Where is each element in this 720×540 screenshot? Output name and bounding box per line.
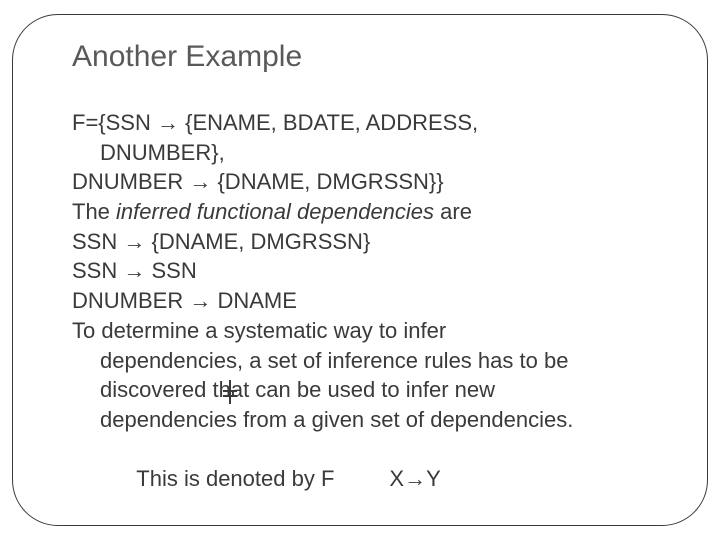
text: This is denoted by F X	[136, 466, 404, 491]
line-7: DNUMBER → DNAME	[72, 286, 674, 316]
arrow-icon: →	[189, 288, 211, 313]
slide-body: F={SSN → {ENAME, BDATE, ADDRESS, DNUMBER…	[72, 108, 674, 524]
line-2: DNUMBER},	[72, 138, 674, 168]
slide-title: Another Example	[72, 40, 684, 74]
text: DNAME	[211, 288, 297, 313]
line-8: To determine a systematic way to infer	[72, 316, 674, 346]
text: DNUMBER	[72, 288, 189, 313]
text: The	[72, 199, 116, 224]
text: SSN	[72, 258, 123, 283]
text: are	[434, 199, 472, 224]
arrow-icon: →	[404, 466, 426, 491]
text: SSN	[72, 229, 123, 254]
text-italic: inferred functional dependencies	[116, 199, 434, 224]
text: F={SSN	[72, 110, 157, 135]
text: discovered that can be used to infer new	[100, 377, 495, 402]
text: dependencies from a given set of depende…	[100, 407, 573, 432]
text: {DNAME, DMGRSSN}	[145, 229, 370, 254]
line-5: SSN → {DNAME, DMGRSSN}	[72, 227, 674, 257]
text: DNUMBER	[72, 169, 189, 194]
arrow-icon: →	[157, 110, 179, 135]
entails-icon	[223, 382, 237, 402]
line-12: This is denoted by F X→Y	[72, 435, 674, 524]
text: SSN	[145, 258, 196, 283]
text: dependencies, a set of inference rules h…	[100, 348, 568, 373]
arrow-icon: →	[123, 258, 145, 283]
line-4: The inferred functional dependencies are	[72, 197, 674, 227]
line-11: dependencies from a given set of depende…	[72, 405, 674, 435]
line-10: discovered that can be used to infer new	[72, 375, 674, 405]
text: DNUMBER},	[100, 140, 225, 165]
line-9: dependencies, a set of inference rules h…	[72, 346, 674, 376]
arrow-icon: →	[189, 169, 211, 194]
line-1: F={SSN → {ENAME, BDATE, ADDRESS,	[72, 108, 674, 138]
line-6: SSN → SSN	[72, 256, 674, 286]
slide: Another Example F={SSN → {ENAME, BDATE, …	[0, 0, 720, 540]
arrow-icon: →	[123, 229, 145, 254]
text: Y	[426, 466, 441, 491]
text: {DNAME, DMGRSSN}}	[211, 169, 443, 194]
text: {ENAME, BDATE, ADDRESS,	[179, 110, 478, 135]
text: To determine a systematic way to infer	[72, 318, 446, 343]
line-3: DNUMBER → {DNAME, DMGRSSN}}	[72, 167, 674, 197]
